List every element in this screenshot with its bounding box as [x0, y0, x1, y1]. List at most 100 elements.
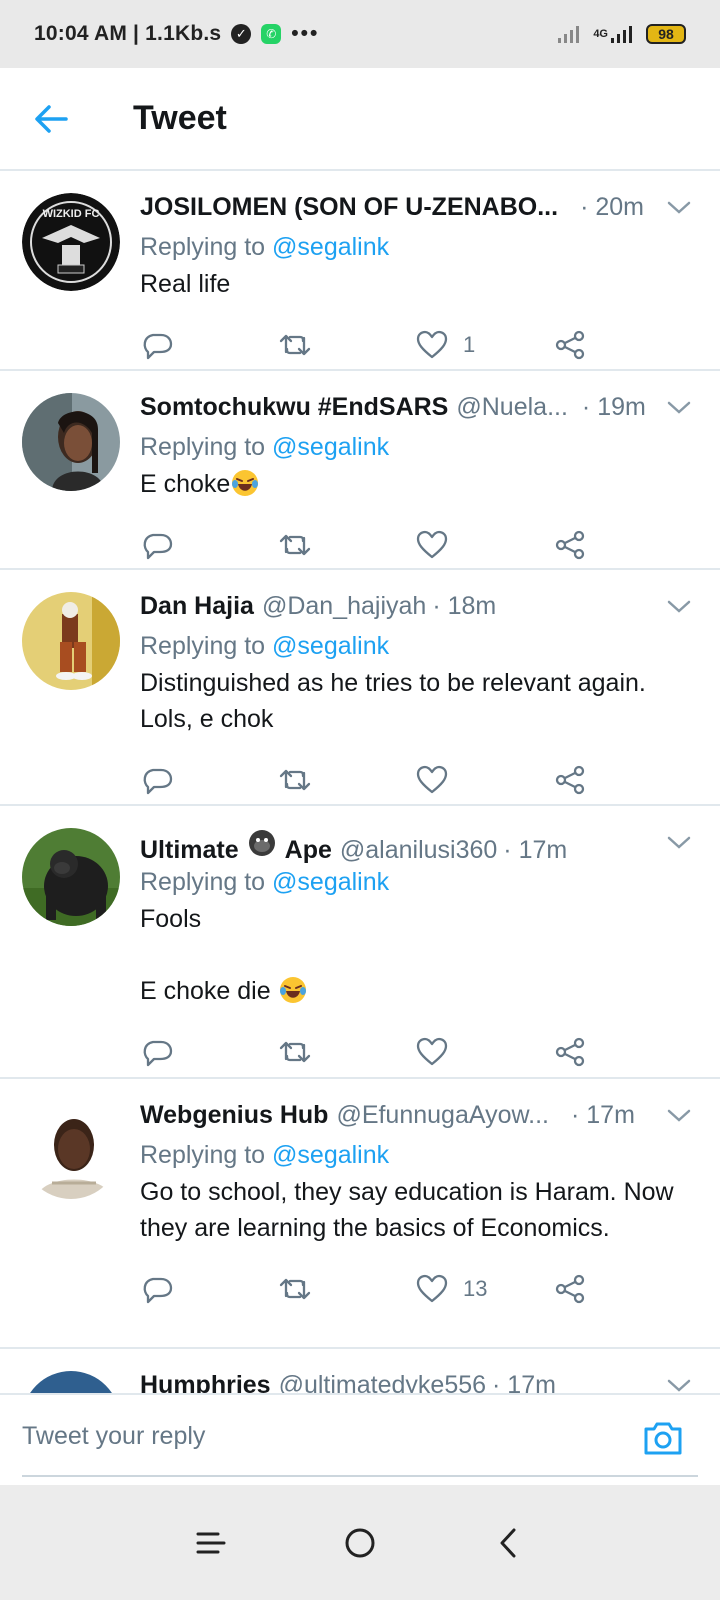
chevron-down-icon[interactable]: [664, 193, 694, 223]
home-button[interactable]: [338, 1521, 382, 1565]
author-handle[interactable]: @Nuela...: [456, 393, 568, 422]
share-button[interactable]: [553, 1035, 691, 1069]
signal-4g-icon: [611, 26, 632, 43]
author-name[interactable]: Dan Hajia: [140, 592, 254, 621]
tweet-time: · 20m: [580, 193, 644, 221]
tweet-header: Webgenius Hub @EfunnugaAyow... · 17m: [140, 1101, 690, 1137]
retweet-button[interactable]: [278, 763, 416, 797]
heart-icon: [416, 1037, 448, 1066]
tweet-header: Dan Hajia @Dan_hajiyah · 18m: [140, 592, 690, 628]
page-title: Tweet: [133, 99, 227, 137]
replying-to: Replying to @segalink: [140, 1141, 690, 1170]
tweet-time: · 18m: [432, 592, 497, 620]
author-name[interactable]: Somtochukwu #EndSARS: [140, 393, 448, 422]
like-button[interactable]: 13: [415, 1272, 553, 1306]
reply-underline: [22, 1475, 698, 1477]
share-button[interactable]: [553, 328, 691, 362]
home-circle-icon: [345, 1528, 375, 1557]
reply-icon: [143, 533, 173, 560]
like-button[interactable]: [415, 528, 553, 562]
replying-prefix: Replying to: [140, 1141, 266, 1169]
avatar-logo-text: WIZKID FC: [43, 208, 100, 220]
reply-icon: [143, 1277, 173, 1304]
share-button[interactable]: [553, 1272, 691, 1306]
author-name-part2[interactable]: Ape: [285, 836, 332, 865]
avatar[interactable]: [22, 393, 120, 491]
tweet-item[interactable]: Dan Hajia @Dan_hajiyah · 18m Replying to…: [0, 570, 720, 806]
avatar[interactable]: WIZKID FC: [22, 193, 120, 291]
share-button[interactable]: [553, 528, 691, 562]
tweet-text-line2: E choke die: [140, 977, 271, 1005]
chevron-left-icon: [500, 1528, 516, 1557]
recents-button[interactable]: [189, 1521, 233, 1565]
share-icon: [555, 330, 584, 360]
replying-prefix: Replying to: [140, 632, 266, 660]
tweet-item[interactable]: WIZKID FC JOSILOMEN (SON OF U-ZENABO... …: [0, 171, 720, 371]
chevron-down-icon[interactable]: [664, 828, 694, 858]
avatar[interactable]: [22, 592, 120, 690]
share-icon: [555, 765, 584, 795]
laughing-emoji-icon: [279, 977, 306, 1003]
reply-icon: [143, 768, 173, 795]
mention-link[interactable]: @segalink: [272, 632, 389, 660]
menu-lines-icon: [196, 1532, 226, 1553]
tweet-item[interactable]: Webgenius Hub @EfunnugaAyow... · 17m Rep…: [0, 1079, 720, 1349]
signal-icon: [558, 26, 580, 43]
gorilla-emoji-icon: [248, 830, 275, 856]
reply-input[interactable]: [22, 1411, 622, 1461]
reply-feed[interactable]: WIZKID FC JOSILOMEN (SON OF U-ZENABO... …: [0, 171, 720, 1421]
replying-to: Replying to @segalink: [140, 233, 690, 262]
chevron-down-icon[interactable]: [664, 393, 694, 423]
author-name[interactable]: JOSILOMEN (SON OF U-ZENABO...: [140, 193, 558, 222]
tweet-item[interactable]: Ultimate Ape @alanilusi360 · 17m Replyin…: [0, 806, 720, 1079]
more-notifications-icon: •••: [291, 22, 320, 45]
chevron-down-icon[interactable]: [664, 592, 694, 622]
retweet-icon: [279, 769, 310, 791]
whatsapp-icon: ✆: [261, 24, 282, 44]
author-name[interactable]: Webgenius Hub: [140, 1101, 328, 1130]
laughing-emoji-icon: [232, 470, 259, 496]
reply-icon: [143, 333, 173, 360]
reply-button[interactable]: [140, 328, 278, 362]
author-handle[interactable]: @Dan_hajiyah: [262, 592, 426, 621]
author-name-part1[interactable]: Ultimate: [140, 836, 239, 865]
share-icon: [555, 1037, 584, 1067]
retweet-button[interactable]: [278, 1035, 416, 1069]
back-button[interactable]: [25, 93, 77, 145]
replying-prefix: Replying to: [140, 233, 266, 261]
mention-link[interactable]: @segalink: [272, 233, 389, 261]
reply-composer: [0, 1393, 720, 1485]
retweet-icon: [279, 534, 310, 556]
avatar[interactable]: [22, 828, 120, 926]
tweet-item[interactable]: Somtochukwu #EndSARS @Nuela... · 19m Rep…: [0, 371, 720, 570]
author-handle[interactable]: @EfunnugaAyow...: [336, 1101, 549, 1130]
reply-button[interactable]: [140, 763, 278, 797]
tweet-text: Go to school, they say education is Hara…: [140, 1178, 674, 1242]
retweet-button[interactable]: [278, 1272, 416, 1306]
avatar[interactable]: [22, 1101, 120, 1199]
chevron-down-icon[interactable]: [664, 1101, 694, 1131]
reply-button[interactable]: [140, 1272, 278, 1306]
like-button[interactable]: 1: [415, 328, 553, 362]
mention-link[interactable]: @segalink: [272, 868, 389, 896]
share-button[interactable]: [553, 763, 691, 797]
system-back-button[interactable]: [487, 1521, 531, 1565]
mention-link[interactable]: @segalink: [272, 433, 389, 461]
camera-icon[interactable]: [642, 1417, 684, 1459]
battery-icon: 98: [646, 24, 686, 44]
retweet-button[interactable]: [278, 528, 416, 562]
reply-button[interactable]: [140, 528, 278, 562]
replying-to: Replying to @segalink: [140, 632, 690, 661]
retweet-button[interactable]: [278, 328, 416, 362]
status-bar: 10:04 AM | 1.1Kb.s ✓ ✆ ••• 4G 98: [0, 0, 720, 68]
share-icon: [555, 1274, 584, 1304]
reply-icon: [143, 1040, 173, 1067]
tweet-header: Somtochukwu #EndSARS @Nuela... · 19m: [140, 393, 690, 429]
like-button[interactable]: [415, 763, 553, 797]
tweet-text-container: E choke: [140, 466, 690, 502]
mention-link[interactable]: @segalink: [272, 1141, 389, 1169]
top-app-bar: Tweet: [0, 68, 720, 171]
author-handle[interactable]: @alanilusi360: [340, 836, 497, 865]
like-button[interactable]: [415, 1035, 553, 1069]
reply-button[interactable]: [140, 1035, 278, 1069]
